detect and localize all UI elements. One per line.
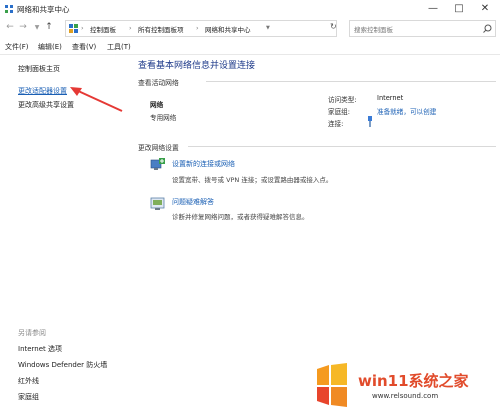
menu-view[interactable]: 查看(V): [72, 42, 96, 52]
homegroup-status-link[interactable]: 准备就绪，可以创建: [377, 106, 436, 116]
active-networks-heading: 查看活动网络: [138, 79, 179, 87]
access-type-value: Internet: [377, 94, 404, 102]
chevron-down-icon[interactable]: ▼: [266, 25, 270, 31]
access-type-label: 访问类型:: [328, 96, 357, 104]
network-type[interactable]: 专用网络: [150, 112, 176, 122]
see-also-internet-options[interactable]: Internet 选项: [18, 344, 62, 354]
sidebar-adapter-settings-link[interactable]: 更改适配器设置: [18, 86, 67, 96]
forward-button[interactable]: →: [17, 21, 29, 34]
search-input[interactable]: 搜索控制面板: [354, 24, 393, 34]
see-also-infrared[interactable]: 红外线: [18, 376, 39, 386]
menu-edit[interactable]: 编辑(E): [38, 42, 62, 52]
menu-file[interactable]: 文件(F): [5, 42, 29, 52]
search-box[interactable]: 搜索控制面板: [349, 20, 496, 37]
see-also-heading: 另请参阅: [18, 329, 46, 337]
refresh-icon[interactable]: ↻: [330, 22, 337, 31]
watermark-logo-icon: [317, 363, 347, 407]
section-divider: [206, 81, 496, 82]
watermark-url: www.relsound.com: [372, 392, 439, 400]
troubleshoot-icon: [150, 197, 165, 210]
ethernet-icon[interactable]: [366, 116, 374, 127]
window-title: 网络和共享中心: [17, 5, 70, 14]
control-panel-icon: [69, 24, 78, 33]
troubleshoot-desc: 诊断并修复网络问题，或者获得疑难解答信息。: [172, 213, 309, 221]
change-settings-heading: 更改网络设置: [138, 144, 179, 152]
sidebar-advanced-sharing-link[interactable]: 更改高级共享设置: [18, 100, 74, 110]
breadcrumb-control-panel[interactable]: 控制面板: [90, 24, 116, 34]
setup-new-connection-link[interactable]: 设置新的连接或网络: [172, 159, 235, 169]
breadcrumb-all-items[interactable]: 所有控制面板项: [138, 24, 184, 34]
breadcrumb-network-center[interactable]: 网络和共享中心: [205, 24, 251, 34]
watermark-text: win11系统之家: [358, 372, 469, 390]
page-title: 查看基本网络信息并设置连接: [138, 61, 256, 71]
setup-new-connection-desc: 设置宽带、拨号或 VPN 连接；或设置路由器或接入点。: [172, 176, 333, 184]
menu-divider: [0, 54, 500, 55]
new-connection-icon: [150, 158, 165, 170]
maximize-button[interactable]: □: [446, 0, 472, 18]
recent-dropdown-icon[interactable]: ▼: [31, 21, 43, 34]
see-also-defender-firewall[interactable]: Windows Defender 防火墙: [18, 360, 107, 370]
troubleshoot-link[interactable]: 问题疑难解答: [172, 197, 214, 207]
chevron-right-icon: ›: [196, 24, 199, 32]
network-center-icon: [5, 5, 13, 13]
chevron-right-icon: ›: [129, 24, 132, 32]
see-also-homegroup[interactable]: 家庭组: [18, 392, 39, 402]
network-name: 网络: [150, 101, 164, 109]
minimize-button[interactable]: —: [420, 0, 446, 18]
homegroup-label: 家庭组:: [328, 108, 351, 116]
section-divider: [188, 146, 496, 147]
close-button[interactable]: ✕: [472, 0, 498, 18]
address-bar[interactable]: › 控制面板 › 所有控制面板项 › 网络和共享中心 ▼: [65, 20, 337, 37]
menu-tools[interactable]: 工具(T): [107, 42, 131, 52]
search-icon[interactable]: [483, 24, 492, 33]
annotation-arrow: [70, 87, 123, 112]
back-button[interactable]: ←: [4, 21, 16, 34]
sidebar-home-link[interactable]: 控制面板主页: [18, 64, 60, 74]
up-button[interactable]: ↑: [43, 21, 55, 34]
chevron-right-icon: ›: [81, 24, 84, 32]
connection-label: 连接:: [328, 120, 344, 128]
